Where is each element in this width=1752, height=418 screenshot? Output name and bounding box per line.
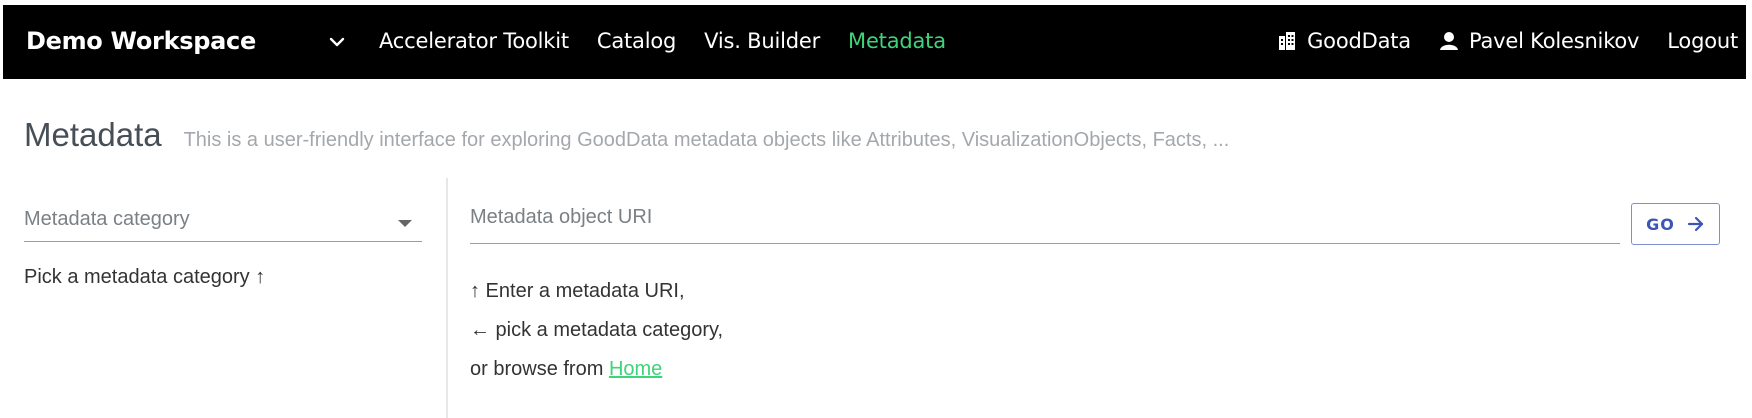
help-line-3: or browse from Home [470, 350, 1620, 389]
column-divider [446, 178, 448, 418]
top-navbar: Demo Workspace Accelerator Toolkit Catal… [3, 5, 1746, 79]
nav-link-accelerator-toolkit[interactable]: Accelerator Toolkit [379, 29, 569, 53]
workspace-name[interactable]: Demo Workspace [26, 27, 256, 55]
home-link[interactable]: Home [609, 358, 662, 380]
logout-link[interactable]: Logout [1667, 29, 1738, 53]
select-placeholder: Metadata category [24, 208, 190, 230]
nav-link-vis-builder[interactable]: Vis. Builder [704, 29, 820, 53]
nav-link-catalog[interactable]: Catalog [597, 29, 676, 53]
building-icon [1279, 32, 1296, 50]
nav-links: Accelerator Toolkit Catalog Vis. Builder… [379, 29, 974, 53]
category-hint: Pick a metadata category ↑ [24, 266, 266, 288]
page-title: Metadata [24, 116, 162, 153]
nav-right: GoodData Pavel Kolesnikov Logout [1249, 29, 1738, 53]
left-panel: Metadata category Pick a metadata catego… [24, 180, 422, 289]
arrow-right-icon [1687, 216, 1703, 232]
go-button[interactable]: GO [1631, 203, 1720, 245]
metadata-category-select[interactable]: Metadata category [24, 180, 422, 242]
help-text: ↑ Enter a metadata URI, ← pick a metadat… [470, 272, 1620, 389]
user-icon [1439, 32, 1458, 50]
page-subtitle: This is a user-friendly interface for ex… [183, 129, 1230, 151]
domain-link[interactable]: GoodData [1277, 29, 1411, 53]
user-menu[interactable]: Pavel Kolesnikov [1439, 29, 1639, 53]
help-line-1: ↑ Enter a metadata URI, [470, 280, 685, 302]
help-line-2: ← pick a metadata category, [470, 319, 724, 341]
right-panel: ↑ Enter a metadata URI, ← pick a metadat… [470, 180, 1620, 389]
nav-link-metadata[interactable]: Metadata [848, 29, 946, 53]
domain-label: GoodData [1307, 29, 1411, 53]
chevron-down-icon[interactable] [328, 35, 346, 49]
go-label: GO [1646, 214, 1675, 234]
caret-down-icon [398, 220, 412, 227]
page-header: Metadata This is a user-friendly interfa… [24, 116, 1229, 154]
uri-input-wrapper [470, 180, 1620, 244]
metadata-uri-input[interactable] [470, 206, 1620, 229]
help-line-3-prefix: or browse from [470, 358, 609, 380]
user-name: Pavel Kolesnikov [1468, 29, 1640, 53]
